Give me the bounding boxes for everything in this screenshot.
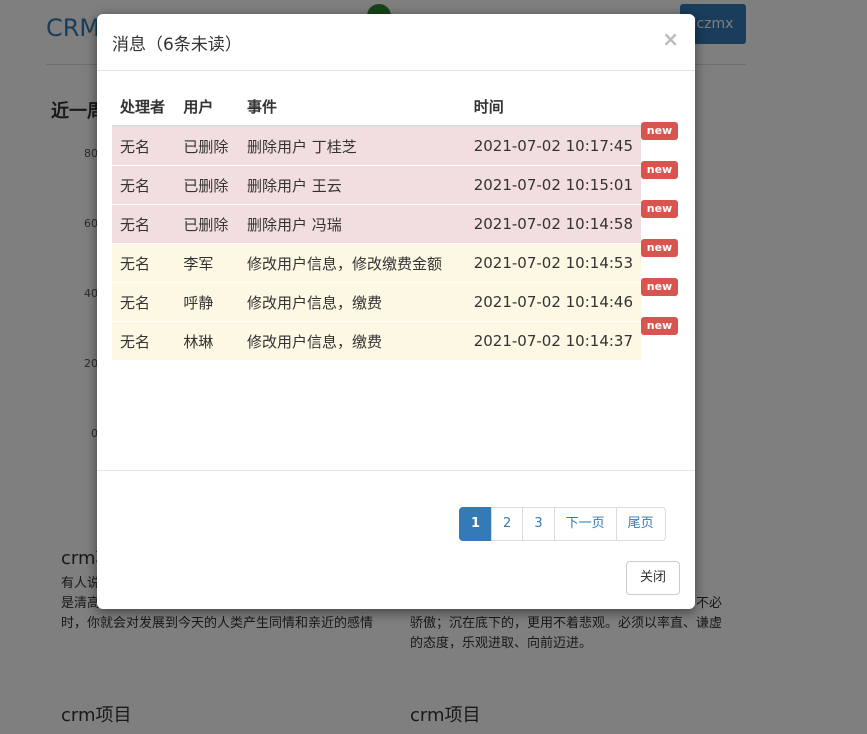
table-row[interactable]: 无名 李军 修改用户信息，修改缴费金额 2021-07-02 10:14:53: [112, 243, 641, 283]
cell-time: 2021-07-02 10:15:01: [465, 165, 641, 205]
cell-event: 删除用户 丁桂芝: [239, 125, 466, 166]
messages-modal: 消息（6条未读） × 处理者 用户 事件 时间 无名 已删除 删除用户 丁桂芝 …: [97, 14, 695, 609]
modal-header: 消息（6条未读） ×: [97, 14, 695, 71]
cell-event: 删除用户 王云: [239, 165, 466, 205]
cell-handler: 无名: [112, 204, 176, 244]
new-badge: new: [641, 278, 678, 296]
cell-handler: 无名: [112, 321, 176, 360]
new-badge: new: [641, 122, 678, 140]
pagination: 1 2 3 下一页 尾页: [459, 507, 666, 541]
table-header-row: 处理者 用户 事件 时间: [112, 87, 641, 127]
table-row[interactable]: 无名 已删除 删除用户 冯瑞 2021-07-02 10:14:58: [112, 204, 641, 244]
cell-event: 修改用户信息，修改缴费金额: [239, 243, 466, 283]
column-header-time: 时间: [465, 87, 641, 127]
cell-time: 2021-07-02 10:14:58: [465, 204, 641, 244]
cell-user: 呼静: [175, 282, 240, 322]
cell-user: 李军: [175, 243, 240, 283]
new-badge: new: [641, 200, 678, 218]
cell-handler: 无名: [112, 165, 176, 205]
table-row[interactable]: 无名 林琳 修改用户信息，缴费 2021-07-02 10:14:37: [112, 321, 641, 360]
close-icon[interactable]: ×: [662, 27, 679, 51]
cell-time: 2021-07-02 10:14:53: [465, 243, 641, 283]
new-badge: new: [641, 161, 678, 179]
cell-time: 2021-07-02 10:14:37: [465, 321, 641, 360]
page-3-link[interactable]: 3: [522, 507, 555, 541]
column-header-user: 用户: [175, 87, 240, 127]
table-row[interactable]: 无名 已删除 删除用户 王云 2021-07-02 10:15:01: [112, 165, 641, 205]
modal-divider: [97, 470, 695, 471]
cell-time: 2021-07-02 10:14:46: [465, 282, 641, 322]
close-button[interactable]: 关闭: [626, 561, 680, 595]
cell-event: 修改用户信息，缴费: [239, 321, 466, 360]
page-1-link[interactable]: 1: [459, 507, 493, 541]
new-badge: new: [641, 317, 678, 335]
cell-handler: 无名: [112, 243, 176, 283]
cell-time: 2021-07-02 10:17:45: [465, 125, 641, 166]
column-header-event: 事件: [239, 87, 466, 127]
cell-user: 已删除: [175, 204, 240, 244]
next-page-link[interactable]: 下一页: [553, 507, 617, 541]
last-page-link[interactable]: 尾页: [615, 507, 666, 541]
messages-table: 处理者 用户 事件 时间 无名 已删除 删除用户 丁桂芝 2021-07-02 …: [112, 87, 641, 360]
cell-user: 已删除: [175, 165, 240, 205]
cell-user: 已删除: [175, 125, 240, 166]
table-row[interactable]: 无名 呼静 修改用户信息，缴费 2021-07-02 10:14:46: [112, 282, 641, 322]
cell-event: 修改用户信息，缴费: [239, 282, 466, 322]
cell-user: 林琳: [175, 321, 240, 360]
cell-handler: 无名: [112, 282, 176, 322]
new-badge: new: [641, 239, 678, 257]
modal-title: 消息（6条未读）: [112, 35, 242, 55]
cell-handler: 无名: [112, 125, 176, 166]
table-row[interactable]: 无名 已删除 删除用户 丁桂芝 2021-07-02 10:17:45: [112, 125, 641, 166]
page-2-link[interactable]: 2: [491, 507, 524, 541]
cell-event: 删除用户 冯瑞: [239, 204, 466, 244]
column-header-handler: 处理者: [112, 87, 176, 127]
